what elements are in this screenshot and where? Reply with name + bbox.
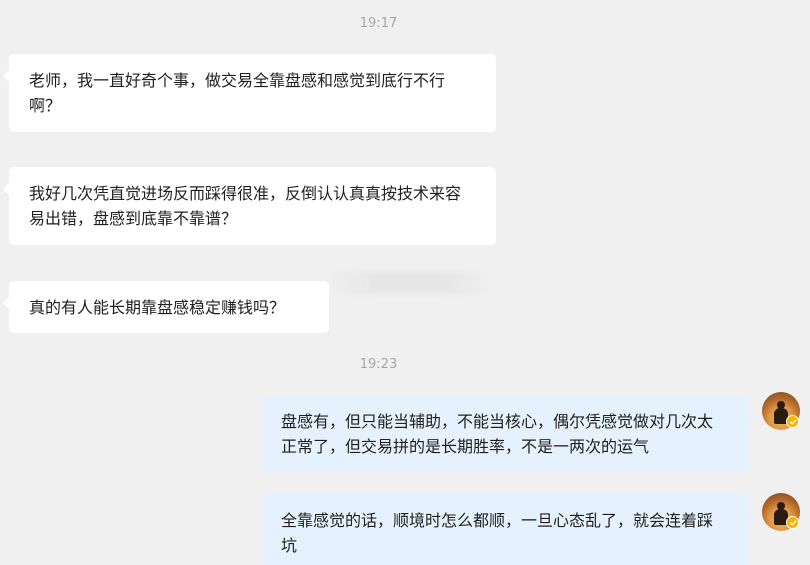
chat-window: 19:17 老师，我一直好奇个事，做交易全靠盘感和感觉到底行不行啊？ 我好几次凭… <box>0 0 810 565</box>
verified-badge-icon <box>786 516 799 529</box>
incoming-message[interactable]: 真的有人能长期靠盘感稳定赚钱吗？ <box>3 281 329 333</box>
incoming-message[interactable]: 我好几次凭直觉进场反而踩得很准，反倒认认真真按技术来容易出错，盘感到底靠不靠谱？ <box>3 167 496 245</box>
outgoing-message[interactable]: 全靠感觉的话，顺境时怎么都顺，一旦心态乱了，就会连着踩坑 <box>261 494 754 565</box>
incoming-message[interactable]: 老师，我一直好奇个事，做交易全靠盘感和感觉到底行不行啊？ <box>3 54 496 132</box>
verified-badge-icon <box>786 415 799 428</box>
blurred-overlay <box>330 272 490 294</box>
user-avatar-icon[interactable] <box>762 392 800 430</box>
user-avatar-icon[interactable] <box>762 493 800 531</box>
timestamp: 19:17 <box>359 16 398 31</box>
outgoing-message[interactable]: 盘感有，但只能当辅助，不能当核心，偶尔凭感觉做对几次太正常了，但交易拼的是长期胜… <box>261 395 754 472</box>
timestamp: 19:23 <box>359 357 398 372</box>
